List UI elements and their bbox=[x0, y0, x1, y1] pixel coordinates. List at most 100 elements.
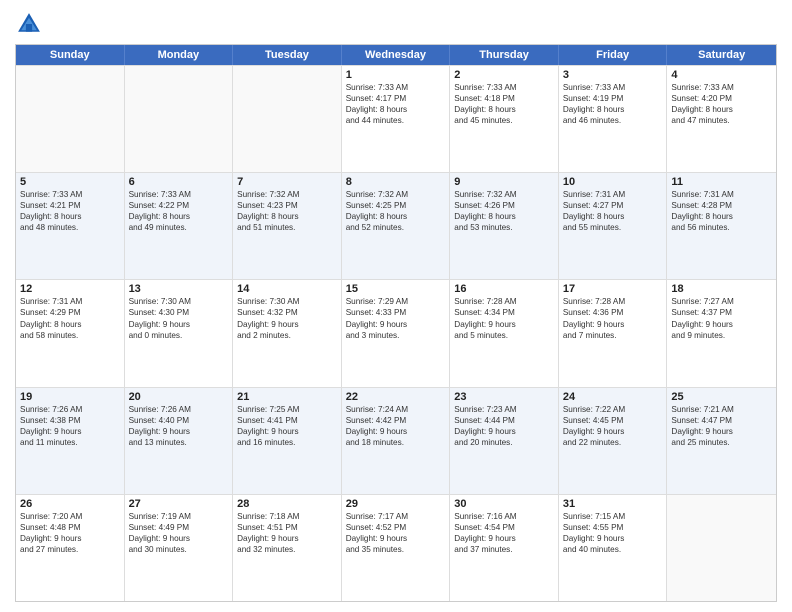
cell-info-line: Sunrise: 7:26 AM bbox=[20, 404, 120, 415]
cell-info-line: Sunset: 4:47 PM bbox=[671, 415, 772, 426]
cell-info-line: and 30 minutes. bbox=[129, 544, 229, 555]
calendar-cell: 19Sunrise: 7:26 AMSunset: 4:38 PMDayligh… bbox=[16, 388, 125, 494]
calendar-cell: 4Sunrise: 7:33 AMSunset: 4:20 PMDaylight… bbox=[667, 66, 776, 172]
cell-info-line: Sunset: 4:44 PM bbox=[454, 415, 554, 426]
cell-info-line: Daylight: 8 hours bbox=[454, 211, 554, 222]
header-cell-friday: Friday bbox=[559, 45, 668, 65]
cell-info-line: Daylight: 9 hours bbox=[346, 319, 446, 330]
cell-info-line: Sunset: 4:48 PM bbox=[20, 522, 120, 533]
cell-info-line: Sunrise: 7:32 AM bbox=[454, 189, 554, 200]
cell-info-line: Daylight: 8 hours bbox=[237, 211, 337, 222]
calendar-cell: 11Sunrise: 7:31 AMSunset: 4:28 PMDayligh… bbox=[667, 173, 776, 279]
cell-info-line: Sunset: 4:26 PM bbox=[454, 200, 554, 211]
day-number: 15 bbox=[346, 283, 446, 295]
day-number: 1 bbox=[346, 69, 446, 81]
day-number: 2 bbox=[454, 69, 554, 81]
cell-info-line: and 7 minutes. bbox=[563, 330, 663, 341]
cell-info-line: Sunset: 4:22 PM bbox=[129, 200, 229, 211]
cell-info-line: Sunrise: 7:33 AM bbox=[563, 82, 663, 93]
calendar-cell: 9Sunrise: 7:32 AMSunset: 4:26 PMDaylight… bbox=[450, 173, 559, 279]
cell-info-line: and 56 minutes. bbox=[671, 222, 772, 233]
header-cell-wednesday: Wednesday bbox=[342, 45, 451, 65]
cell-info-line: Sunrise: 7:30 AM bbox=[237, 296, 337, 307]
cell-info-line: Sunset: 4:42 PM bbox=[346, 415, 446, 426]
cell-info-line: Daylight: 9 hours bbox=[454, 533, 554, 544]
cell-info-line: Daylight: 8 hours bbox=[563, 104, 663, 115]
cell-info-line: Sunrise: 7:20 AM bbox=[20, 511, 120, 522]
day-number: 5 bbox=[20, 176, 120, 188]
cell-info-line: Sunset: 4:45 PM bbox=[563, 415, 663, 426]
cell-info-line: Daylight: 9 hours bbox=[454, 426, 554, 437]
calendar-cell: 2Sunrise: 7:33 AMSunset: 4:18 PMDaylight… bbox=[450, 66, 559, 172]
day-number: 10 bbox=[563, 176, 663, 188]
day-number: 6 bbox=[129, 176, 229, 188]
day-number: 28 bbox=[237, 498, 337, 510]
cell-info-line: Sunrise: 7:31 AM bbox=[20, 296, 120, 307]
calendar-body: 1Sunrise: 7:33 AMSunset: 4:17 PMDaylight… bbox=[16, 65, 776, 601]
cell-info-line: Sunrise: 7:32 AM bbox=[237, 189, 337, 200]
cell-info-line: and 32 minutes. bbox=[237, 544, 337, 555]
header-cell-saturday: Saturday bbox=[667, 45, 776, 65]
calendar-cell bbox=[16, 66, 125, 172]
calendar-cell: 8Sunrise: 7:32 AMSunset: 4:25 PMDaylight… bbox=[342, 173, 451, 279]
calendar-cell: 23Sunrise: 7:23 AMSunset: 4:44 PMDayligh… bbox=[450, 388, 559, 494]
cell-info-line: Sunrise: 7:33 AM bbox=[346, 82, 446, 93]
cell-info-line: Sunset: 4:25 PM bbox=[346, 200, 446, 211]
cell-info-line: Sunset: 4:17 PM bbox=[346, 93, 446, 104]
day-number: 19 bbox=[20, 391, 120, 403]
cell-info-line: and 52 minutes. bbox=[346, 222, 446, 233]
day-number: 26 bbox=[20, 498, 120, 510]
cell-info-line: and 16 minutes. bbox=[237, 437, 337, 448]
day-number: 24 bbox=[563, 391, 663, 403]
day-number: 9 bbox=[454, 176, 554, 188]
cell-info-line: and 2 minutes. bbox=[237, 330, 337, 341]
cell-info-line: Daylight: 8 hours bbox=[454, 104, 554, 115]
calendar-cell: 31Sunrise: 7:15 AMSunset: 4:55 PMDayligh… bbox=[559, 495, 668, 601]
day-number: 14 bbox=[237, 283, 337, 295]
calendar-row-4: 26Sunrise: 7:20 AMSunset: 4:48 PM Dayligh… bbox=[16, 494, 776, 601]
cell-info-line: Sunset: 4:37 PM bbox=[671, 307, 772, 318]
day-number: 30 bbox=[454, 498, 554, 510]
calendar-row-3: 19Sunrise: 7:26 AMSunset: 4:38 PMDayligh… bbox=[16, 387, 776, 494]
calendar-cell: 16Sunrise: 7:28 AMSunset: 4:34 PMDayligh… bbox=[450, 280, 559, 386]
calendar-row-2: 12Sunrise: 7:31 AMSunset: 4:29 PMDayligh… bbox=[16, 279, 776, 386]
calendar-cell: 26Sunrise: 7:20 AMSunset: 4:48 PMDayligh… bbox=[16, 495, 125, 601]
cell-info-line: Daylight: 8 hours bbox=[671, 211, 772, 222]
cell-info-line: and 53 minutes. bbox=[454, 222, 554, 233]
cell-info-line: and 0 minutes. bbox=[129, 330, 229, 341]
cell-info-line: and 22 minutes. bbox=[563, 437, 663, 448]
cell-info-line: and 46 minutes. bbox=[563, 115, 663, 126]
cell-info-line: and 51 minutes. bbox=[237, 222, 337, 233]
cell-info-line: and 49 minutes. bbox=[129, 222, 229, 233]
logo bbox=[15, 10, 47, 38]
page: SundayMondayTuesdayWednesdayThursdayFrid… bbox=[0, 0, 792, 612]
calendar-row-0: 1Sunrise: 7:33 AMSunset: 4:17 PMDaylight… bbox=[16, 65, 776, 172]
cell-info-line: Sunrise: 7:28 AM bbox=[563, 296, 663, 307]
cell-info-line: Sunrise: 7:17 AM bbox=[346, 511, 446, 522]
calendar-cell: 1Sunrise: 7:33 AMSunset: 4:17 PMDaylight… bbox=[342, 66, 451, 172]
calendar-cell bbox=[125, 66, 234, 172]
cell-info-line: Daylight: 9 hours bbox=[237, 533, 337, 544]
cell-info-line: Sunset: 4:41 PM bbox=[237, 415, 337, 426]
calendar-cell: 17Sunrise: 7:28 AMSunset: 4:36 PMDayligh… bbox=[559, 280, 668, 386]
day-number: 4 bbox=[671, 69, 772, 81]
calendar-cell: 14Sunrise: 7:30 AMSunset: 4:32 PMDayligh… bbox=[233, 280, 342, 386]
calendar-cell bbox=[233, 66, 342, 172]
day-number: 16 bbox=[454, 283, 554, 295]
cell-info-line: Daylight: 9 hours bbox=[237, 426, 337, 437]
calendar-cell: 30Sunrise: 7:16 AMSunset: 4:54 PMDayligh… bbox=[450, 495, 559, 601]
cell-info-line: Sunrise: 7:29 AM bbox=[346, 296, 446, 307]
cell-info-line: and 35 minutes. bbox=[346, 544, 446, 555]
calendar: SundayMondayTuesdayWednesdayThursdayFrid… bbox=[15, 44, 777, 602]
calendar-cell: 24Sunrise: 7:22 AMSunset: 4:45 PMDayligh… bbox=[559, 388, 668, 494]
cell-info-line: Daylight: 9 hours bbox=[563, 426, 663, 437]
cell-info-line: Daylight: 8 hours bbox=[346, 211, 446, 222]
cell-info-line: and 25 minutes. bbox=[671, 437, 772, 448]
cell-info-line: Sunset: 4:27 PM bbox=[563, 200, 663, 211]
calendar-cell: 6Sunrise: 7:33 AMSunset: 4:22 PMDaylight… bbox=[125, 173, 234, 279]
day-number: 8 bbox=[346, 176, 446, 188]
cell-info-line: Sunset: 4:55 PM bbox=[563, 522, 663, 533]
cell-info-line: Daylight: 9 hours bbox=[346, 426, 446, 437]
cell-info-line: Daylight: 8 hours bbox=[671, 104, 772, 115]
cell-info-line: Sunset: 4:34 PM bbox=[454, 307, 554, 318]
